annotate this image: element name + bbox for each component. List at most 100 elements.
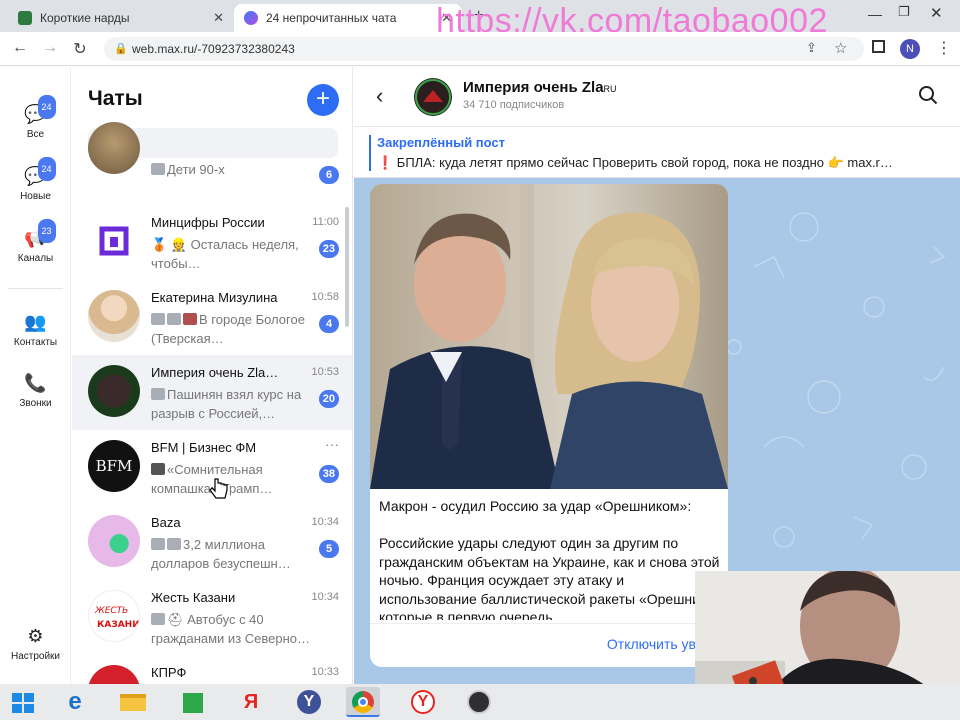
- chat-row[interactable]: Baza 10:34 3,2 миллиона долларов безуспе…: [72, 505, 352, 580]
- chat-row[interactable]: Дети 90-х 6: [72, 112, 352, 187]
- svg-text:ЖЕСТЬ: ЖЕСТЬ: [94, 606, 128, 616]
- rail-item-calls[interactable]: 📞 Звонки: [0, 372, 71, 409]
- chat-row[interactable]: ЖЕСТЬ КАЗАНИ Жесть Казани 10:34 ⛑ Автобус…: [72, 580, 352, 655]
- chat-list-scrollbar[interactable]: [345, 207, 349, 327]
- channel-title[interactable]: Империя очень ZlaRU: [463, 79, 617, 96]
- rail-item-all[interactable]: 💬 24 Все: [0, 95, 71, 140]
- window-close-icon[interactable]: ✕: [930, 4, 943, 22]
- chat-preview: 3,2 миллиона долларов безуспешн…: [151, 537, 291, 571]
- channel-header: ‹ Империя очень ZlaRU 34 710 подписчиков: [354, 67, 960, 127]
- chat-preview: ⛑ Автобус с 40 гражданами из Северно…: [151, 612, 311, 646]
- unread-badge: 6: [319, 166, 339, 184]
- rail-label: Новые: [20, 191, 51, 202]
- chat-time: 10:58: [311, 291, 339, 303]
- mute-notifications-button[interactable]: Отключить уведомления: [370, 623, 728, 667]
- chat-preview: Пашинян взял курс на разрыв с Россией,…: [151, 387, 302, 421]
- chat-new-icon: 💬 24: [24, 157, 56, 187]
- sidebar-toggle-icon[interactable]: [872, 40, 885, 53]
- store-icon[interactable]: [176, 687, 210, 717]
- share-icon[interactable]: ⇪: [806, 40, 817, 56]
- pinned-text: ❗ БПЛА: куда летят прямо сейчас Проверит…: [377, 155, 893, 170]
- yandex-browser-icon[interactable]: Y: [406, 687, 440, 717]
- browser-tab-inactive[interactable]: Короткие нарды ✕: [8, 4, 234, 32]
- channels-icon: 📢 23: [24, 219, 56, 249]
- obs-studio-icon[interactable]: [462, 687, 496, 717]
- left-nav-rail: 💬 24 Все 💬 24 Новые 📢 23 Каналы 👥 Контакты …: [0, 67, 71, 684]
- back-arrow-icon[interactable]: ←: [10, 39, 30, 57]
- rail-label: Все: [26, 129, 45, 140]
- chat-name: Екатерина Мизулина: [151, 290, 278, 305]
- url-text: web.max.ru/-70923732380243: [132, 42, 295, 56]
- lock-icon: 🔒: [114, 43, 128, 55]
- preview-thumb: [167, 538, 181, 550]
- preview-thumb: [183, 313, 197, 325]
- browser-tab-active[interactable]: 24 непрочитанных чата ✕: [234, 4, 462, 32]
- reload-icon[interactable]: ↻: [70, 39, 90, 59]
- windows-start-icon[interactable]: [12, 693, 34, 713]
- address-bar-row: ← → ↻ 🔒 web.max.ru/-70923732380243 ⇪ ☆ N…: [0, 32, 960, 66]
- chat-time: 10:34: [311, 591, 339, 603]
- avatar: [88, 122, 140, 174]
- chat-preview: «Сомнительная компашка» Трамп…: [151, 462, 273, 496]
- avatar: [88, 515, 140, 567]
- post-headline: Макрон - осудил Россию за удар «Орешнико…: [379, 498, 692, 514]
- svg-text:КАЗАНИ: КАЗАНИ: [97, 620, 140, 630]
- pinned-accent-bar: [369, 135, 371, 171]
- avatar: [88, 665, 140, 684]
- minimize-icon[interactable]: —: [868, 6, 882, 22]
- rail-badge: 24: [37, 157, 56, 181]
- rail-label: Контакты: [13, 337, 58, 348]
- channel-avatar[interactable]: [414, 78, 452, 116]
- chat-time: 10:34: [311, 516, 339, 528]
- pinned-post-bar[interactable]: Закреплённый пост ❗ БПЛА: куда летят пря…: [354, 127, 960, 178]
- more-options-icon[interactable]: ···: [325, 436, 339, 452]
- channel-logo-icon: [415, 79, 451, 115]
- hand-cursor-icon: [209, 478, 228, 499]
- chat-row[interactable]: Екатерина Мизулина 10:58 В городе Болого…: [72, 280, 352, 355]
- chat-row-active[interactable]: Империя очень Zla… 10:53 Пашинян взял ку…: [72, 355, 352, 430]
- gear-icon: ⚙: [27, 626, 44, 646]
- preview-thumb: [151, 388, 165, 400]
- browser-menu-icon[interactable]: ⋮: [936, 38, 952, 58]
- channel-post[interactable]: Макрон - осудил Россию за удар «Орешнико…: [370, 184, 728, 667]
- yandex-icon[interactable]: Я: [234, 687, 268, 717]
- rail-badge: 24: [37, 95, 56, 119]
- preview-thumb: [151, 613, 165, 625]
- tab-title: Короткие нарды: [40, 11, 130, 25]
- file-explorer-icon[interactable]: [116, 687, 150, 717]
- chat-bubbles-icon: 💬 24: [24, 95, 56, 125]
- rail-item-new[interactable]: 💬 24 Новые: [0, 157, 71, 202]
- close-icon[interactable]: ✕: [213, 10, 224, 26]
- rail-item-channels[interactable]: 📢 23 Каналы: [0, 219, 71, 264]
- url-field[interactable]: 🔒 web.max.ru/-70923732380243: [104, 37, 864, 61]
- pinned-title: Закреплённый пост: [377, 135, 506, 150]
- forward-arrow-icon[interactable]: →: [40, 39, 60, 57]
- nardy-favicon-icon: [18, 11, 32, 25]
- chat-time: 10:33: [311, 666, 339, 678]
- chat-list-panel: Чаты + Дети 90-х 6 Минцифры России 11:00…: [72, 67, 353, 684]
- windows-taskbar: e Я Y Y: [0, 684, 960, 720]
- internet-explorer-icon[interactable]: e: [58, 687, 92, 717]
- chat-row[interactable]: Минцифры России 11:00 🥉 👷 Осталась недел…: [72, 205, 352, 280]
- chat-name: Baza: [151, 515, 181, 530]
- bookmark-star-icon[interactable]: ☆: [834, 39, 847, 57]
- chat-time: 10:53: [311, 366, 339, 378]
- back-arrow-icon[interactable]: ‹: [376, 83, 383, 109]
- search-icon[interactable]: [918, 85, 938, 105]
- chat-name: Минцифры России: [151, 215, 265, 230]
- preview-thumb: [151, 163, 165, 175]
- rail-item-settings[interactable]: ⚙ Настройки: [0, 625, 71, 662]
- rail-item-contacts[interactable]: 👥 Контакты: [0, 311, 71, 348]
- profile-avatar[interactable]: N: [900, 39, 920, 59]
- avatar: ЖЕСТЬ КАЗАНИ: [88, 590, 140, 642]
- yandex-browser-y-icon[interactable]: Y: [292, 687, 326, 717]
- chat-row[interactable]: КПРФ 10:33: [72, 655, 352, 684]
- chat-preview: 🥉 👷 Осталась неделя, чтобы…: [151, 237, 299, 271]
- chrome-icon[interactable]: [346, 687, 380, 717]
- chat-time: 11:00: [312, 216, 339, 228]
- restore-icon[interactable]: ❐: [898, 4, 910, 20]
- preview-thumb: [151, 463, 165, 475]
- preview-thumb: [151, 538, 165, 550]
- post-photo[interactable]: [370, 184, 728, 489]
- chat-name: Жесть Казани: [151, 590, 236, 605]
